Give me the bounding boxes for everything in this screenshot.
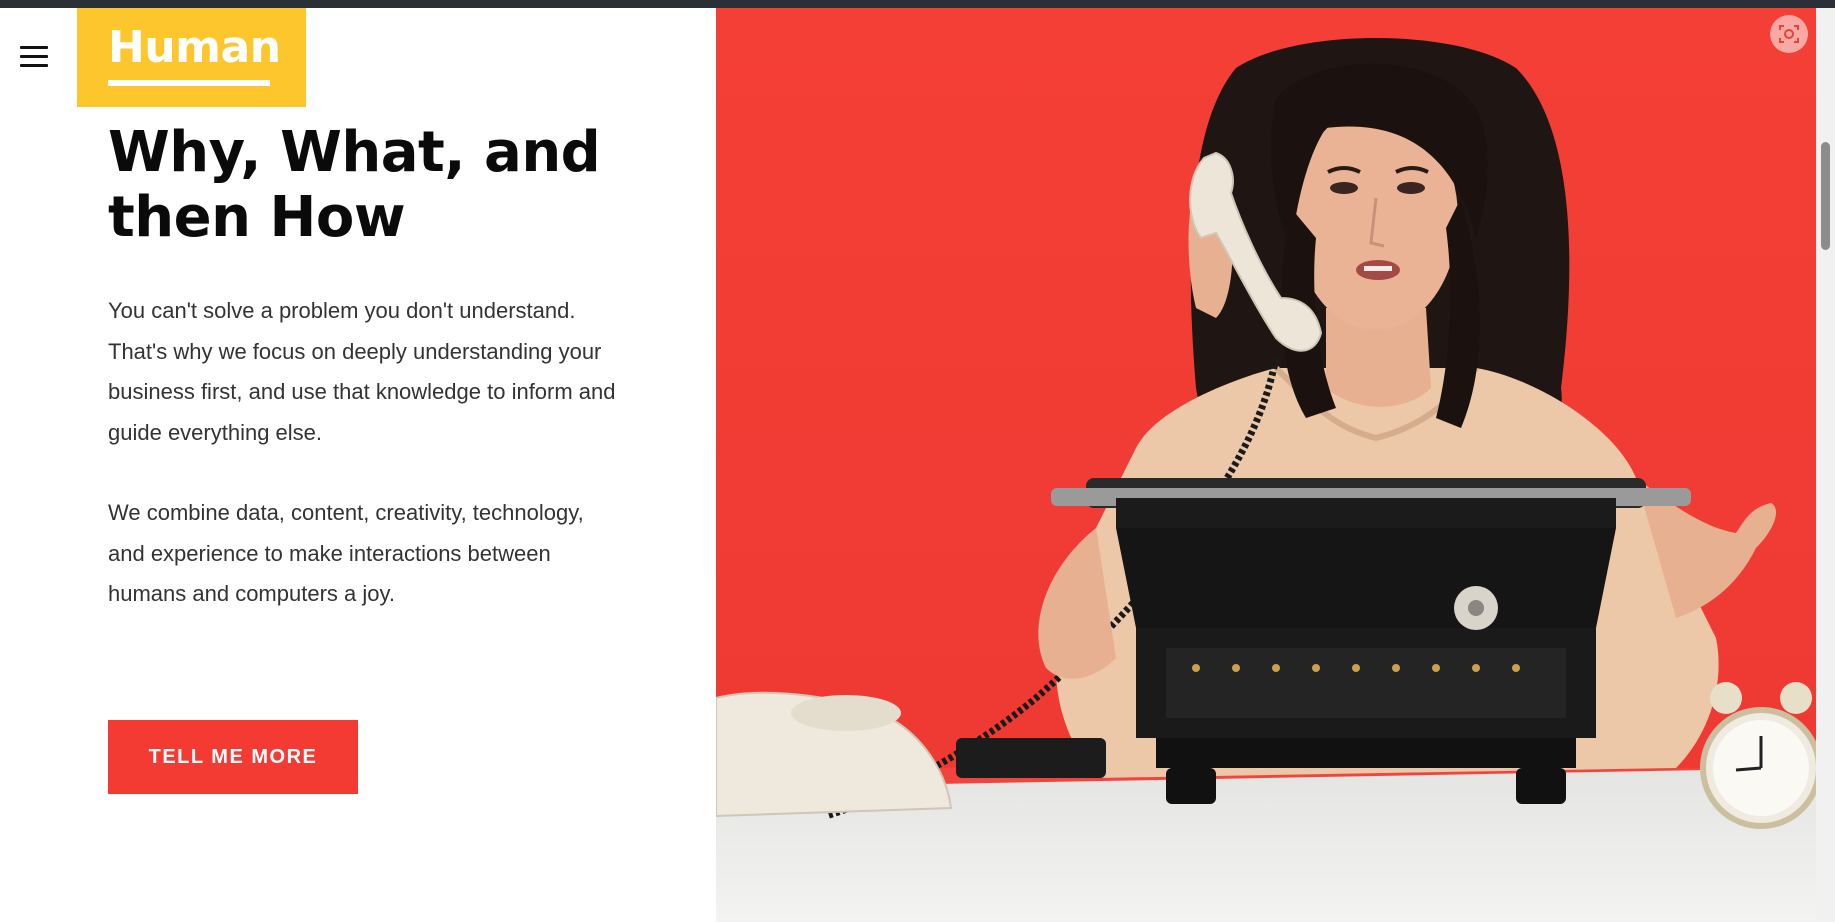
browser-top-bar bbox=[0, 0, 1835, 8]
tell-me-more-button[interactable]: TELL ME MORE bbox=[108, 720, 358, 794]
intro-paragraph: You can't solve a problem you don't unde… bbox=[108, 298, 616, 445]
page-title: Why, What, and then How bbox=[108, 120, 601, 250]
screenshot-capture-icon[interactable] bbox=[1770, 15, 1808, 53]
approach-paragraph: We combine data, content, creativity, te… bbox=[108, 500, 584, 606]
site-logo[interactable]: Human bbox=[77, 8, 306, 107]
logo-underline bbox=[108, 80, 270, 86]
hamburger-menu-icon[interactable] bbox=[20, 44, 48, 70]
logo-text: Human bbox=[108, 22, 281, 73]
hero-image bbox=[716, 8, 1816, 922]
vertical-scrollbar[interactable] bbox=[1816, 8, 1835, 922]
scrollbar-thumb[interactable] bbox=[1821, 142, 1830, 250]
